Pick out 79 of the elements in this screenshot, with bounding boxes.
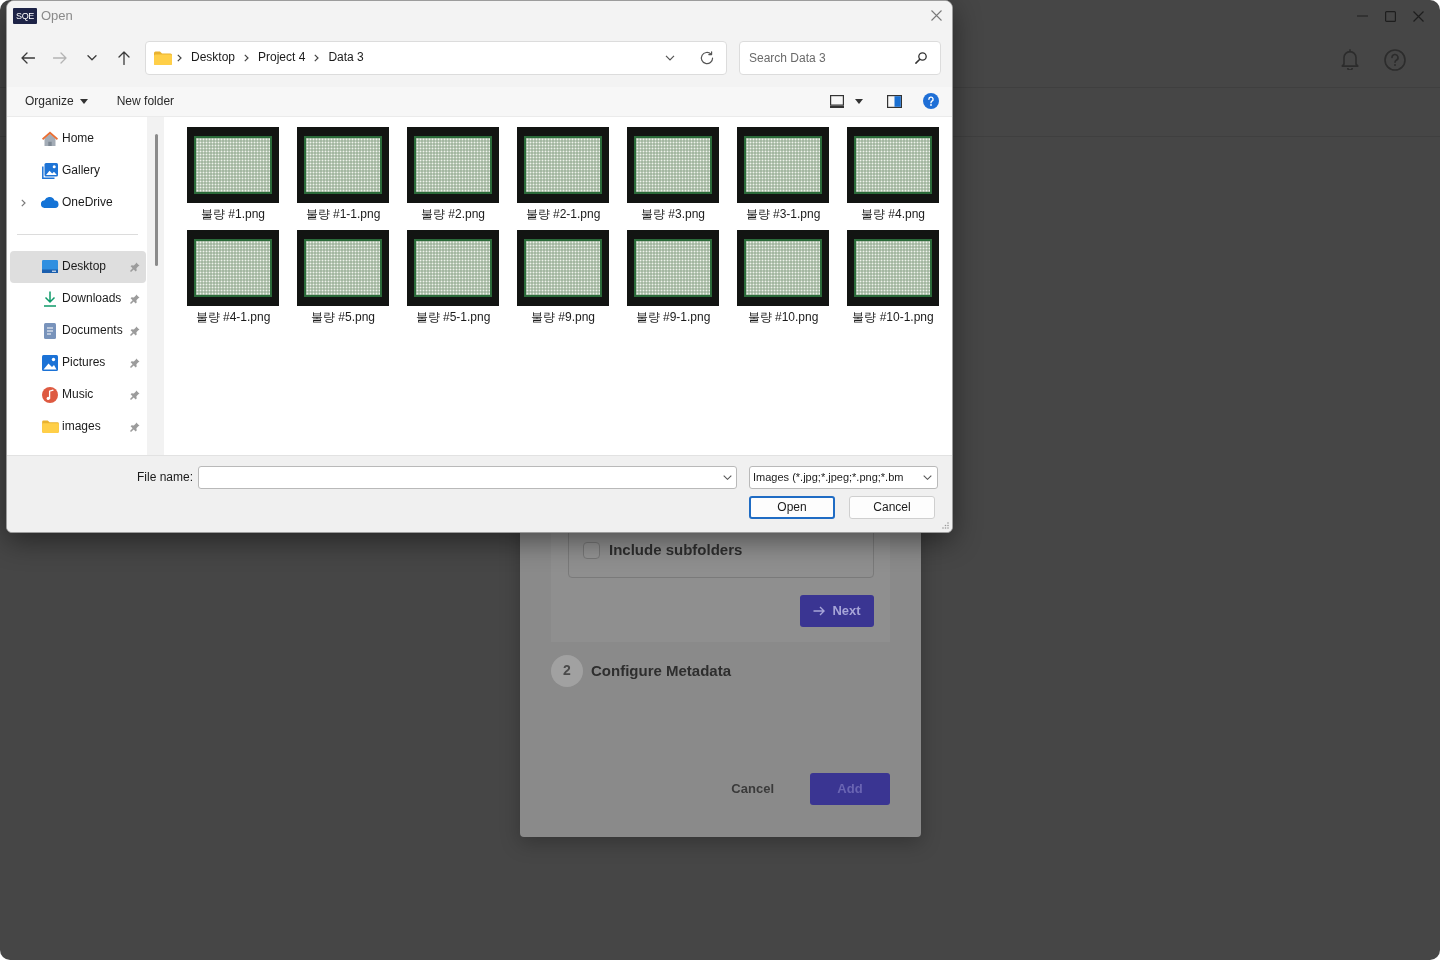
document-icon (44, 322, 56, 339)
sidebar-item[interactable]: Music (10, 378, 146, 411)
folder-icon (41, 420, 59, 434)
pin-icon[interactable] (130, 389, 140, 400)
file-item[interactable]: 불량 #1.png (178, 126, 288, 230)
picture-icon (42, 354, 58, 371)
window-title: Open (41, 7, 73, 25)
view-icon[interactable] (830, 94, 844, 108)
gallery-icon (42, 162, 58, 179)
chevron-right-icon[interactable] (314, 53, 320, 62)
new-folder-button[interactable]: New folder (110, 91, 181, 111)
pin-icon[interactable] (130, 421, 140, 432)
pin-icon[interactable] (130, 357, 140, 368)
breadcrumb-link[interactable]: Desktop (187, 46, 240, 69)
file-type-dropdown[interactable]: Images (*.jpg;*.jpeg;*.png;*.bm (749, 466, 939, 490)
search-field[interactable]: Search Data 3 (739, 40, 941, 75)
organize-button[interactable]: Organize (19, 91, 94, 111)
app-logo: SQE (13, 7, 37, 24)
breadcrumb-link[interactable]: Data 3 (324, 46, 368, 69)
music-icon (42, 386, 58, 403)
download-icon (43, 290, 57, 307)
file-item[interactable]: 불량 #9.png (508, 229, 618, 333)
pin-icon[interactable] (130, 261, 140, 272)
close-icon[interactable] (931, 10, 942, 22)
sidebar-item[interactable]: OneDrive (10, 186, 146, 219)
file-item[interactable]: 불량 #2-1.png (508, 126, 618, 230)
folder-icon (154, 50, 172, 65)
caret-icon (79, 98, 88, 104)
caret-icon[interactable] (855, 98, 863, 104)
checkbox-label[interactable]: Include subfolders (609, 541, 743, 560)
next-button[interactable]: Next (800, 595, 874, 627)
step-number: 2 (551, 655, 583, 687)
sidebar-item[interactable]: Documents (10, 314, 146, 347)
sidebar-item[interactable]: images (10, 410, 146, 443)
up-arrow-icon[interactable] (118, 50, 130, 65)
cloud-icon (41, 197, 59, 209)
scrollbar-thumb[interactable] (155, 133, 158, 266)
chevron-down-icon[interactable] (723, 475, 733, 481)
breadcrumb-link[interactable]: Project 4 (254, 46, 310, 69)
sidebar-item[interactable]: Downloads (10, 282, 146, 315)
chevron-down-icon (923, 475, 933, 481)
chevron-right-icon[interactable] (177, 53, 182, 62)
file-item[interactable]: 불량 #10.png (728, 229, 838, 333)
sidebar-item[interactable]: Pictures (10, 346, 146, 379)
file-item[interactable]: 불량 #1-1.png (288, 126, 398, 230)
dialog-button[interactable]: Open (749, 496, 835, 520)
checkbox[interactable] (583, 542, 600, 560)
sidebar-item[interactable]: Desktop (10, 250, 146, 283)
search-icon[interactable] (915, 51, 927, 64)
chevron-right-icon[interactable] (244, 53, 250, 62)
file-item[interactable]: 불량 #3.png (618, 126, 728, 230)
field-label: File name: (137, 470, 194, 486)
back-icon[interactable] (21, 51, 35, 64)
sidebar-item[interactable]: Gallery (10, 154, 146, 187)
help-icon[interactable] (923, 93, 939, 110)
chevron-right-icon[interactable] (20, 198, 26, 207)
sidebar-item[interactable]: Home (10, 122, 146, 155)
desktop-icon (42, 260, 58, 274)
resize-grip-icon[interactable] (942, 522, 949, 529)
file-item[interactable]: 불량 #9-1.png (618, 229, 728, 333)
address-bar[interactable]: Desktop Project 4 Data 3 (145, 40, 727, 75)
chevron-down-icon[interactable] (87, 54, 97, 61)
file-item[interactable]: 불량 #2.png (398, 126, 508, 230)
file-item[interactable]: 불량 #4-1.png (178, 229, 288, 333)
dialog-button[interactable]: Cancel (849, 496, 935, 520)
home-icon (42, 130, 58, 147)
preview-pane-icon[interactable] (887, 94, 902, 108)
refresh-icon[interactable] (700, 50, 714, 65)
file-item[interactable]: 불량 #5.png (288, 229, 398, 333)
chevron-down-icon[interactable] (665, 54, 675, 61)
pin-icon[interactable] (130, 325, 140, 336)
step-title: Configure Metadata (591, 661, 731, 681)
file-item[interactable]: 불량 #5-1.png (398, 229, 508, 333)
file-item[interactable]: 불량 #3-1.png (728, 126, 838, 230)
pin-icon[interactable] (130, 293, 140, 304)
file-name-field[interactable] (198, 466, 738, 490)
file-item[interactable]: 불량 #4.png (838, 126, 948, 230)
arrow-right-icon (813, 606, 826, 616)
file-item[interactable]: 불량 #10-1.png (838, 229, 948, 333)
